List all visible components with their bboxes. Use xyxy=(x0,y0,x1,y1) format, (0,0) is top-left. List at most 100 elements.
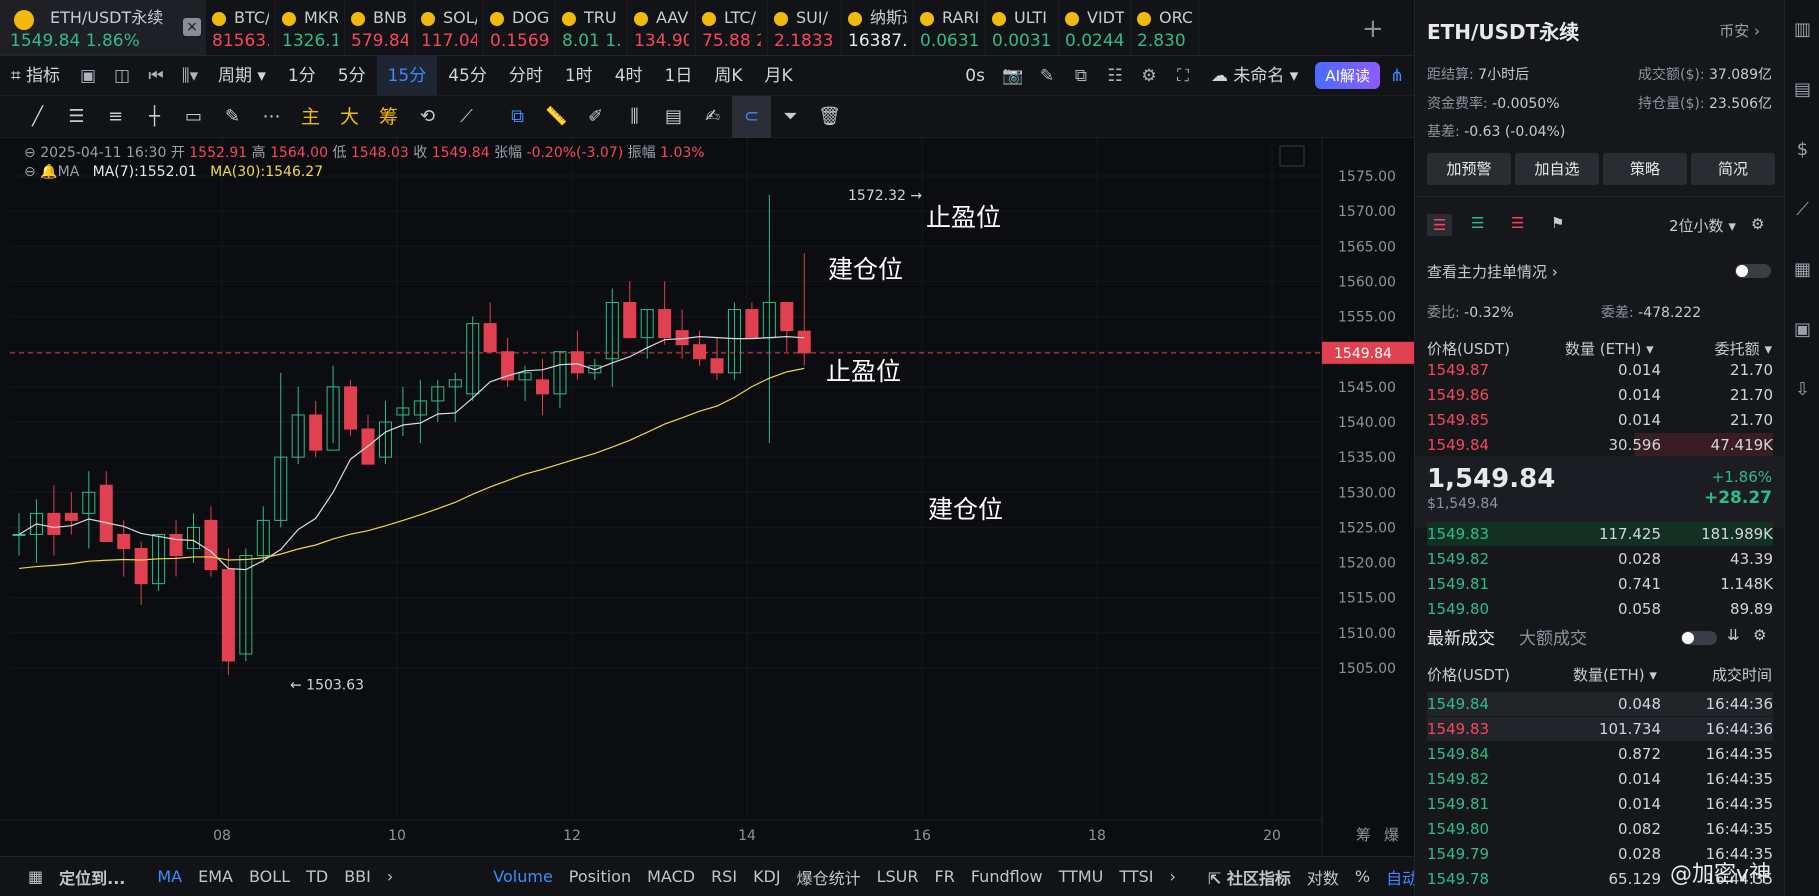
ticker-tab-7[interactable]: LTC/75.88 2 xyxy=(696,0,768,55)
interval-3[interactable]: 45分 xyxy=(437,56,498,96)
sub-indicator-1[interactable]: Position xyxy=(561,867,639,886)
sub-indicator-10[interactable]: TTSI xyxy=(1111,867,1161,886)
order-row[interactable]: 1549.87 0.014 21.70 xyxy=(1427,358,1773,382)
main-orders-toggle[interactable] xyxy=(1735,264,1771,278)
main-orders-link[interactable]: 查看主力挂单情况 › xyxy=(1427,261,1558,282)
list-icon[interactable]: ☷ xyxy=(1098,56,1132,96)
ticker-tab-11[interactable]: ULTI0.00317 xyxy=(986,0,1059,55)
ob-header-amount[interactable]: 委托额 ▾ xyxy=(1715,338,1772,359)
ob-header-qty[interactable]: 数量 (ETH) ▾ xyxy=(1565,338,1654,359)
sub-indicator-4[interactable]: KDJ xyxy=(745,867,789,886)
countdown[interactable]: 0s xyxy=(954,56,996,96)
order-row[interactable]: 1549.84 30.596 47.419K xyxy=(1427,433,1773,457)
ticker-tab-10[interactable]: RARI0.06318 xyxy=(914,0,986,55)
sub-indicator-5[interactable]: 爆仓统计 xyxy=(789,865,869,889)
ob-mode-both-icon[interactable]: ☰ xyxy=(1427,214,1453,236)
ma-legend[interactable]: ⊖ 🔔MA MA(7):1552.01 MA(30):1546.27 xyxy=(24,164,323,180)
candle-type-icon[interactable]: ⫼▾ xyxy=(173,56,207,96)
overview-button[interactable]: 简况 xyxy=(1691,153,1775,185)
ob-settings-icon[interactable]: ⚙ xyxy=(1751,215,1764,233)
period-dropdown[interactable]: 周期 ▾ xyxy=(207,56,277,96)
compare-icon[interactable]: ⫼ xyxy=(615,96,654,138)
ticker-tab-13[interactable]: ORC2.830 4 xyxy=(1131,0,1199,55)
exchange-link[interactable]: 币安 › xyxy=(1719,20,1760,41)
community-indicators-button[interactable]: ⇱ 社区指标 xyxy=(1200,865,1299,889)
main-force-button[interactable]: 主 xyxy=(291,96,330,138)
main-indicator-2[interactable]: BOLL xyxy=(241,867,298,886)
interval-7[interactable]: 1日 xyxy=(654,56,704,96)
settings-icon[interactable]: ⚙ xyxy=(1132,56,1166,96)
pen-icon[interactable]: ✐ xyxy=(576,96,615,138)
ticker-tab-12[interactable]: VIDT0.02447 xyxy=(1059,0,1131,55)
big-order-button[interactable]: 大 xyxy=(330,96,369,138)
rewind-icon[interactable]: ⏮ xyxy=(139,56,173,96)
strategy-button[interactable]: 策略 xyxy=(1603,153,1687,185)
pen-icon[interactable]: ✎ xyxy=(1030,56,1064,96)
ticker-tab-6[interactable]: AAVI134.90 xyxy=(628,0,696,55)
fullscreen-icon[interactable]: ⛶ xyxy=(1166,56,1200,96)
main-indicator-1[interactable]: EMA xyxy=(190,867,241,886)
interval-2[interactable]: 15分 xyxy=(376,55,438,96)
chevron-right-icon[interactable]: › xyxy=(1161,867,1183,886)
add-tab-button[interactable]: + xyxy=(1362,14,1384,44)
ticker-tab-3[interactable]: SOL/117.04 xyxy=(415,0,484,55)
camera-icon[interactable]: 📷 xyxy=(996,56,1030,96)
interval-5[interactable]: 1时 xyxy=(554,56,604,96)
watchlist-button[interactable]: 加自选 xyxy=(1515,153,1599,185)
clipboard-icon[interactable]: ▤ xyxy=(654,96,693,138)
share-icon[interactable]: ⋔ xyxy=(1380,56,1414,96)
goto-button[interactable]: 定位到... xyxy=(51,865,133,889)
bar-chart-icon[interactable]: ▦ xyxy=(1785,240,1819,300)
tab-latest-trades[interactable]: 最新成交 xyxy=(1427,624,1495,649)
ticker-tab-8[interactable]: SUI/2.1833 xyxy=(768,0,842,55)
dollar-icon[interactable]: $ xyxy=(1785,120,1819,180)
close-icon[interactable]: × xyxy=(183,18,201,36)
order-row[interactable]: 1549.81 0.741 1.148K xyxy=(1427,572,1773,596)
trades-toggle[interactable] xyxy=(1681,631,1717,645)
sub-indicator-2[interactable]: MACD xyxy=(639,867,703,886)
ticker-tab-1[interactable]: MKR 1326.1 xyxy=(276,0,345,55)
layout-dropdown[interactable]: ☁ 未命名 ▾ xyxy=(1200,56,1309,96)
panel-layout-icon[interactable]: ▥ xyxy=(1785,0,1819,60)
main-indicator-4[interactable]: BBI xyxy=(336,867,379,886)
more-tools-icon[interactable]: ⋯ xyxy=(252,96,291,138)
calendar-icon[interactable]: ▦ xyxy=(20,867,51,886)
trash-icon[interactable]: 🗑 xyxy=(810,96,849,138)
copy-icon[interactable]: ⧉ xyxy=(498,96,537,138)
interval-4[interactable]: 分时 xyxy=(498,56,554,96)
order-row[interactable]: 1549.83 117.425 181.989K xyxy=(1427,522,1773,546)
popout-icon[interactable]: ⧉ xyxy=(1064,56,1098,96)
ob-flag-icon[interactable]: ⚑ xyxy=(1551,214,1564,232)
parallel-tool-icon[interactable]: ☰ xyxy=(57,96,96,138)
layout-icon[interactable]: ◫ xyxy=(105,56,139,96)
interval-0[interactable]: 1分 xyxy=(277,56,327,96)
indicators-button[interactable]: ⌗ 指标 xyxy=(0,56,71,96)
replay-icon[interactable]: ⟲ xyxy=(408,96,447,138)
main-indicator-0[interactable]: MA xyxy=(149,867,190,886)
trade-header-qty[interactable]: 数量(ETH) ▾ xyxy=(1573,664,1657,685)
sub-indicator-9[interactable]: TTMU xyxy=(1051,867,1112,886)
chart-area[interactable]: ⊖ 2025-04-11 16:30 开 1552.91 高 1564.00 低… xyxy=(0,138,1414,856)
calendar-icon[interactable]: ▣ xyxy=(71,56,105,96)
tab-big-trades[interactable]: 大额成交 xyxy=(1519,624,1587,649)
sub-indicator-7[interactable]: FR xyxy=(927,867,963,886)
ticker-tab-4[interactable]: DOG0.15699 xyxy=(484,0,556,55)
brush-tool-icon[interactable]: ✎ xyxy=(213,96,252,138)
trades-filter-icon[interactable]: ⇊ xyxy=(1727,626,1740,644)
order-row[interactable]: 1549.86 0.014 21.70 xyxy=(1427,383,1773,407)
magnet-icon[interactable]: ⊂ xyxy=(732,95,771,138)
note-icon[interactable]: ✍ xyxy=(693,96,732,138)
ruler-icon[interactable]: 📏 xyxy=(537,96,576,138)
line-tool-icon[interactable]: ╱ xyxy=(18,96,57,138)
order-row[interactable]: 1549.80 0.058 89.89 xyxy=(1427,597,1773,621)
sub-indicator-6[interactable]: LSUR xyxy=(869,867,927,886)
decimals-dropdown[interactable]: 2位小数 ▾ xyxy=(1669,215,1736,236)
trend-icon[interactable]: ⟋ xyxy=(1785,180,1819,240)
ob-mode-bids-icon[interactable]: ☰ xyxy=(1471,214,1484,232)
list-icon[interactable]: ▤ xyxy=(1785,60,1819,120)
sub-indicator-0[interactable]: Volume xyxy=(485,867,561,886)
percent-scale-button[interactable]: % xyxy=(1347,867,1378,886)
calendar-icon[interactable]: ▣ xyxy=(1785,300,1819,360)
interval-8[interactable]: 周K xyxy=(703,56,753,96)
order-row[interactable]: 1549.82 0.028 43.39 xyxy=(1427,547,1773,571)
